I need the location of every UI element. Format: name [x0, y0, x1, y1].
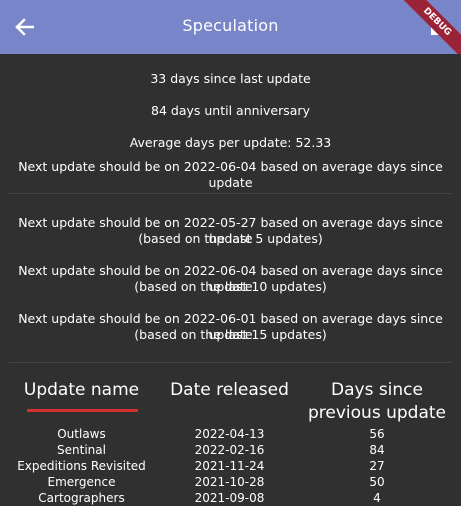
prediction-basis: (based on the last 15 updates)	[134, 327, 327, 342]
header-line: previous update	[308, 403, 446, 423]
days-since-previous: 4	[373, 491, 381, 505]
average-days-per-update: Average days per update: 52.33	[129, 135, 332, 150]
column-header-date-released[interactable]: Date released	[163, 379, 296, 402]
days-since-previous: 84	[369, 443, 385, 457]
table-row: Outlaws 2022-04-13 56	[0, 426, 461, 442]
days-since-previous: 50	[369, 475, 385, 489]
divider	[9, 362, 452, 363]
app-bar: Speculation DEBUG	[0, 0, 461, 54]
column-header-update-name[interactable]: Update name	[0, 379, 163, 402]
days-since-previous: 56	[369, 427, 385, 441]
column-header-days-since[interactable]: Days since previous update	[296, 379, 458, 425]
prediction-basis: (based on the last 5 updates)	[138, 231, 323, 246]
next-update-prediction: Next update should be on 2022-06-04 base…	[18, 159, 443, 190]
update-name: Cartographers	[38, 491, 125, 505]
page-title: Speculation	[182, 16, 279, 35]
update-name: Outlaws	[57, 427, 106, 441]
header-line: Days since	[331, 380, 423, 400]
date-released: 2022-04-13	[194, 427, 265, 441]
date-released: 2021-09-08	[194, 491, 265, 505]
table-row: Cartographers 2021-09-08 4	[0, 490, 461, 506]
days-since-last-update: 33 days since last update	[150, 71, 311, 86]
date-released: 2021-10-28	[194, 475, 265, 489]
days-until-anniversary: 84 days until anniversary	[151, 103, 310, 118]
table-row: Sentinal 2022-02-16 84	[0, 442, 461, 458]
update-name: Sentinal	[57, 443, 106, 457]
date-released: 2022-02-16	[194, 443, 265, 457]
divider	[9, 193, 452, 194]
prediction-basis: (based on the last 10 updates)	[134, 279, 327, 294]
table-row: Emergence 2021-10-28 50	[0, 474, 461, 490]
update-name: Expeditions Revisited	[17, 459, 146, 473]
update-name: Emergence	[47, 475, 116, 489]
days-since-previous: 27	[369, 459, 385, 473]
date-released: 2021-11-24	[194, 459, 265, 473]
table-row: Expeditions Revisited 2021-11-24 27	[0, 458, 461, 474]
sort-indicator	[27, 409, 138, 412]
